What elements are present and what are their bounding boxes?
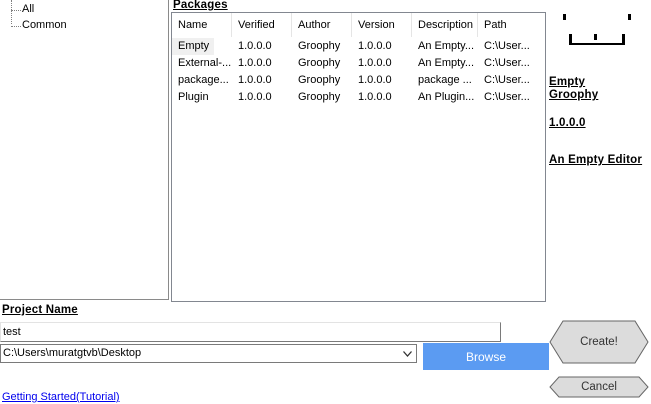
package-author: Groophy bbox=[298, 40, 341, 52]
package-description: An Plugin... bbox=[418, 91, 475, 103]
packages-header: Name Verified Author Version Description… bbox=[172, 13, 545, 37]
detail-package-description: An Empty Editor bbox=[549, 154, 643, 166]
face-icon bbox=[563, 14, 631, 45]
package-name: package... bbox=[178, 74, 229, 86]
column-header-verified[interactable]: Verified bbox=[232, 13, 292, 37]
create-button[interactable]: Create! bbox=[549, 320, 649, 364]
chevron-down-icon[interactable] bbox=[400, 346, 415, 361]
package-version: 1.0.0.0 bbox=[358, 91, 392, 103]
package-path: C:\User... bbox=[484, 74, 530, 86]
browse-button[interactable]: Browse bbox=[423, 343, 549, 370]
package-path: C:\User... bbox=[484, 57, 530, 69]
packages-list[interactable]: Name Verified Author Version Description… bbox=[171, 12, 546, 302]
detail-package-version: 1.0.0.0 bbox=[549, 117, 586, 129]
create-button-label: Create! bbox=[580, 336, 618, 348]
project-location-value: C:\Users\muratgtvb\Desktop bbox=[3, 347, 142, 359]
project-name-title: Project Name bbox=[2, 304, 78, 316]
package-description: package ... bbox=[418, 74, 472, 86]
column-header-author[interactable]: Author bbox=[292, 13, 352, 37]
tree-connector bbox=[11, 2, 21, 11]
tree-item-label: Common bbox=[22, 19, 67, 31]
category-tree[interactable]: All Common bbox=[0, 0, 169, 300]
project-name-input[interactable]: test bbox=[0, 322, 501, 342]
column-header-version[interactable]: Version bbox=[352, 13, 412, 37]
package-author: Groophy bbox=[298, 91, 341, 103]
cancel-button[interactable]: Cancel bbox=[549, 376, 649, 398]
package-version: 1.0.0.0 bbox=[358, 40, 392, 52]
package-author: Groophy bbox=[298, 57, 341, 69]
tree-item-all[interactable]: All bbox=[11, 2, 34, 16]
project-location-combobox[interactable]: C:\Users\muratgtvb\Desktop bbox=[0, 344, 417, 363]
package-path: C:\User... bbox=[484, 40, 530, 52]
detail-package-author: Groophy bbox=[549, 89, 599, 101]
package-row[interactable]: Empty 1.0.0.0 Groophy 1.0.0.0 An Empty..… bbox=[172, 38, 545, 55]
package-verified: 1.0.0.0 bbox=[238, 40, 272, 52]
package-name: External-... bbox=[178, 57, 232, 69]
column-header-path[interactable]: Path bbox=[478, 13, 538, 37]
packages-title: Packages bbox=[173, 0, 228, 11]
package-row[interactable]: Plugin 1.0.0.0 Groophy 1.0.0.0 An Plugin… bbox=[172, 89, 545, 106]
package-row[interactable]: External-... 1.0.0.0 Groophy 1.0.0.0 An … bbox=[172, 55, 545, 72]
package-version: 1.0.0.0 bbox=[358, 74, 392, 86]
package-author: Groophy bbox=[298, 74, 341, 86]
package-preview-image bbox=[558, 13, 634, 59]
package-row[interactable]: package... 1.0.0.0 Groophy 1.0.0.0 packa… bbox=[172, 72, 545, 89]
detail-package-name: Empty bbox=[549, 76, 586, 88]
cancel-button-label: Cancel bbox=[581, 381, 617, 393]
tree-connector bbox=[11, 18, 21, 27]
package-path: C:\User... bbox=[484, 91, 530, 103]
package-name: Plugin bbox=[178, 91, 209, 103]
package-description: An Empty... bbox=[418, 57, 475, 69]
package-description: An Empty... bbox=[418, 40, 475, 52]
package-verified: 1.0.0.0 bbox=[238, 74, 272, 86]
tree-item-common[interactable]: Common bbox=[11, 18, 67, 32]
package-verified: 1.0.0.0 bbox=[238, 57, 272, 69]
column-header-description[interactable]: Description bbox=[412, 13, 478, 37]
package-version: 1.0.0.0 bbox=[358, 57, 392, 69]
getting-started-link[interactable]: Getting Started(Tutorial) bbox=[2, 391, 120, 403]
column-header-name[interactable]: Name bbox=[172, 13, 232, 37]
package-verified: 1.0.0.0 bbox=[238, 91, 272, 103]
package-name: Empty bbox=[172, 38, 214, 55]
tree-item-label: All bbox=[22, 3, 35, 15]
